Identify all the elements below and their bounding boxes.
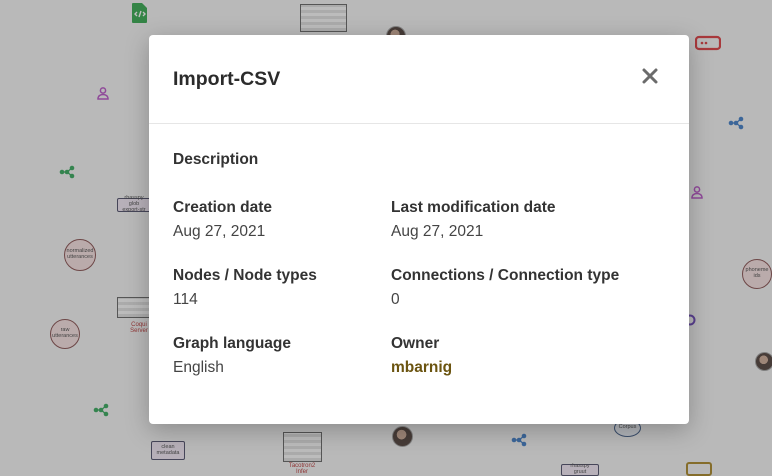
owner-value-wrap: mbarnig [391,359,452,377]
nodes-value: 114 [173,291,198,308]
graph-language-label: Graph language [173,335,291,352]
creation-date-value: Aug 27, 2021 [173,223,266,240]
owner-link[interactable]: mbarnig [391,359,452,376]
last-modification-date-value: Aug 27, 2021 [391,223,484,240]
last-modification-date-label: Last modification date [391,199,556,216]
connections-value: 0 [391,291,400,308]
creation-date-label: Creation date [173,199,273,216]
graph-language-value: English [173,359,224,376]
owner-label: Owner [391,335,440,352]
dialog-body: Description Creation date Aug 27, 2021 L… [149,124,689,424]
connections-label: Connections / Connection type [391,267,620,284]
close-icon[interactable] [639,65,661,87]
nodes-label: Nodes / Node types [173,267,317,284]
dialog-title: Import-CSV [173,68,281,90]
dialog-header: Import-CSV [149,35,689,124]
description-label: Description [173,151,259,168]
graph-info-dialog: Import-CSV Description Creation date Aug… [149,35,689,424]
